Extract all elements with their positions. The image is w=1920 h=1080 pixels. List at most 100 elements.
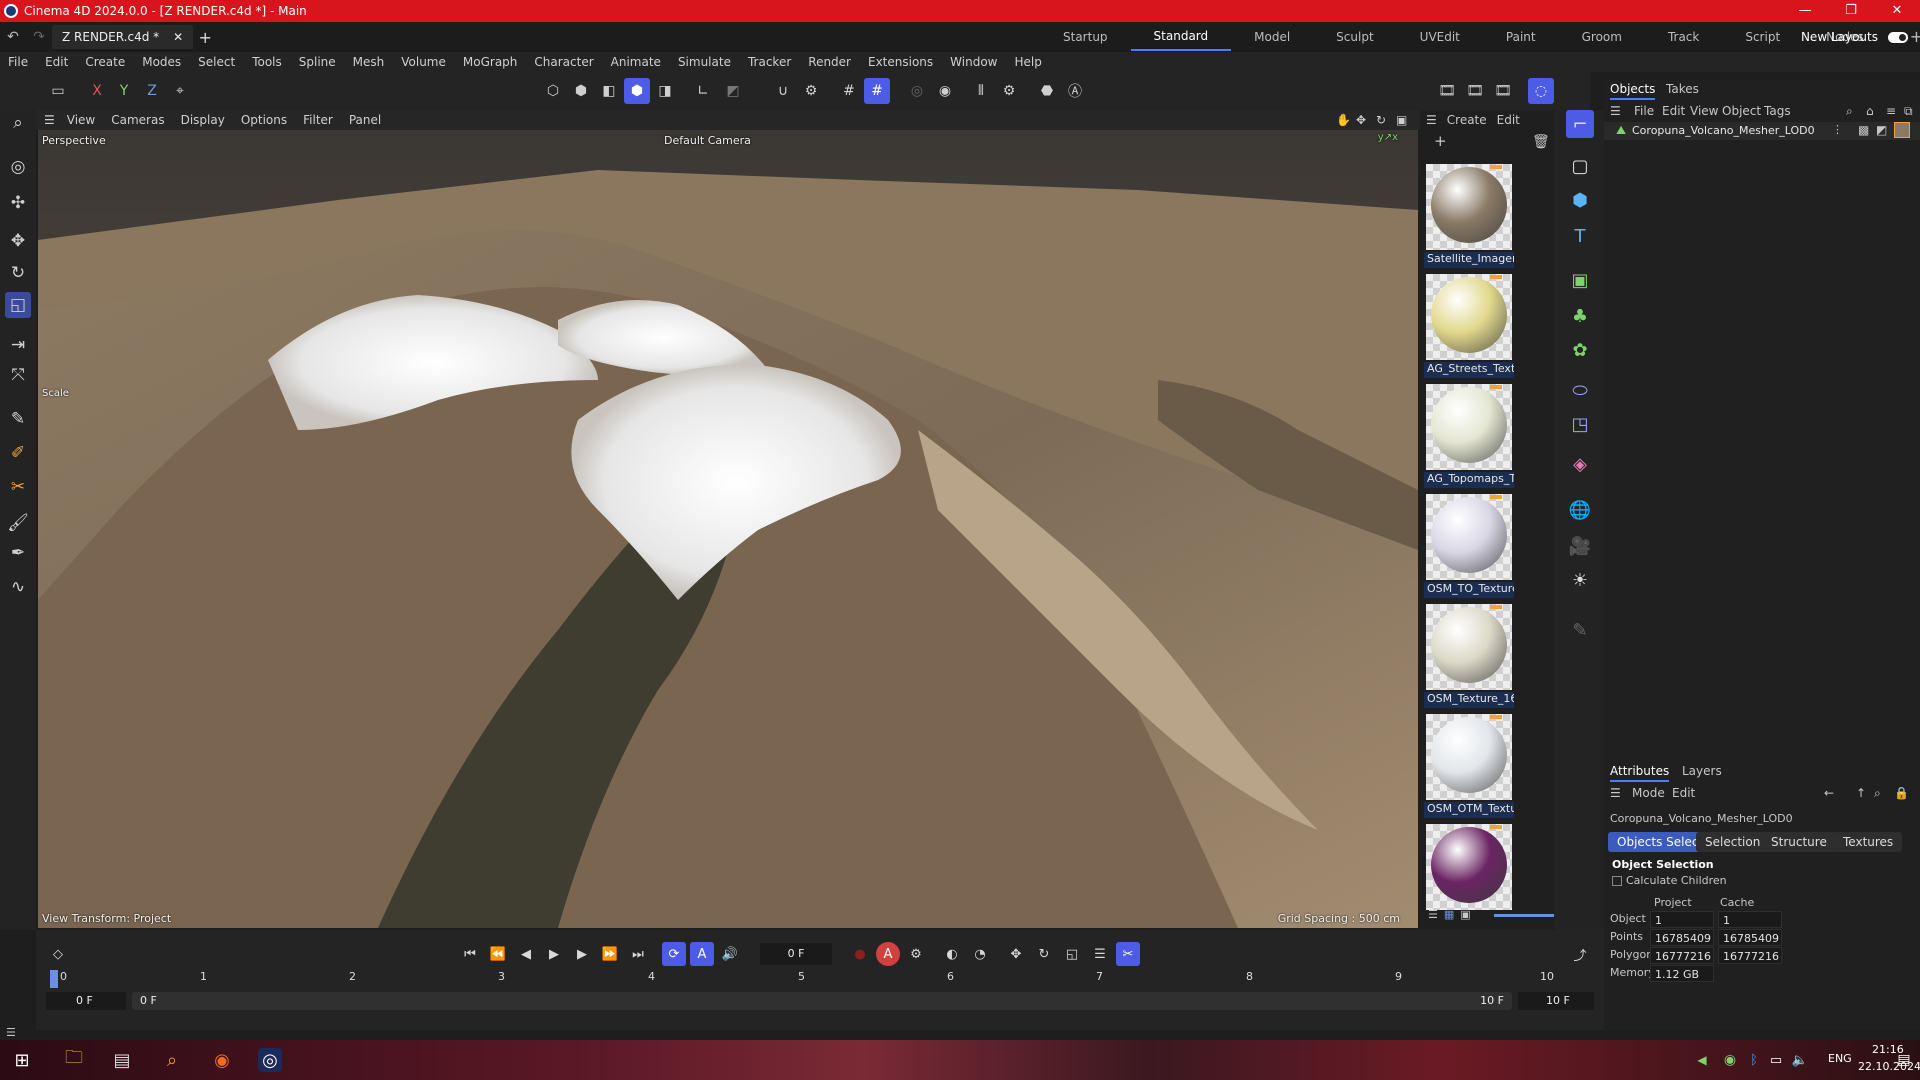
- attr-menu-mode[interactable]: Mode: [1632, 786, 1665, 800]
- magnet-icon[interactable]: ∪: [770, 78, 796, 104]
- knife-tool-icon[interactable]: ✒: [5, 540, 31, 566]
- volume-icon[interactable]: ◳: [1566, 410, 1594, 438]
- volume-icon[interactable]: 🔈: [1788, 1048, 1812, 1072]
- menu-edit[interactable]: Edit: [45, 55, 68, 69]
- tab-selection[interactable]: Selection: [1696, 832, 1770, 852]
- menu-tools[interactable]: Tools: [252, 55, 282, 69]
- menu-window[interactable]: Window: [950, 55, 997, 69]
- viewport-camera-label[interactable]: Default Camera: [664, 134, 751, 147]
- file-explorer-icon[interactable]: 🗀: [62, 1047, 86, 1072]
- object-home-icon[interactable]: ⌂: [1866, 104, 1874, 118]
- auto-icon[interactable]: Ⓐ: [1062, 78, 1088, 104]
- layout-script[interactable]: Script: [1722, 22, 1803, 52]
- subdivision-icon[interactable]: ▣: [1566, 266, 1594, 294]
- menu-create[interactable]: Create: [85, 55, 125, 69]
- param-key-icon[interactable]: ☰: [1088, 942, 1112, 966]
- material-swatch[interactable]: AG_Topomaps_Te:: [1424, 382, 1514, 490]
- object-search-icon[interactable]: ⌕: [1846, 104, 1853, 119]
- up-arrow-icon[interactable]: ↑: [1856, 786, 1866, 800]
- deformer-icon[interactable]: ✿: [1566, 336, 1594, 364]
- previous-key-icon[interactable]: ⏪: [486, 942, 510, 966]
- model-mode-icon[interactable]: ⬢: [624, 78, 650, 104]
- axis-z-button[interactable]: Z: [139, 78, 165, 104]
- menu-spline[interactable]: Spline: [299, 55, 336, 69]
- grid-view-icon[interactable]: ▦: [1444, 908, 1454, 921]
- search-app-icon[interactable]: ⌕: [160, 1048, 184, 1072]
- render-settings-icon[interactable]: ◉: [932, 78, 958, 104]
- points-mode-icon[interactable]: ⬡: [540, 78, 566, 104]
- layout-track[interactable]: Track: [1645, 22, 1722, 52]
- render-picture-viewer-icon[interactable]: 🎞: [1462, 78, 1488, 104]
- go-to-start-icon[interactable]: ⏮: [458, 942, 482, 966]
- layout-startup[interactable]: Startup: [1040, 22, 1131, 52]
- material-swatch[interactable]: OSM_TO_Texture_: [1424, 492, 1514, 600]
- record-icon[interactable]: ●: [848, 942, 872, 966]
- playback-mode-icon[interactable]: A: [690, 942, 714, 966]
- light-icon[interactable]: ☀: [1566, 566, 1594, 594]
- add-material-icon[interactable]: +: [1434, 132, 1447, 150]
- attr-menu-edit[interactable]: Edit: [1672, 786, 1695, 800]
- calc-children-checkbox[interactable]: [1612, 876, 1622, 886]
- status-menu-icon[interactable]: ☰: [6, 1026, 16, 1039]
- rotate-tool-icon[interactable]: ↻: [5, 260, 31, 286]
- effector-icon[interactable]: ◈: [1566, 450, 1594, 478]
- tab-layers[interactable]: Layers: [1682, 764, 1722, 778]
- close-tab-icon[interactable]: ✕: [173, 30, 183, 44]
- viewport-menu-options[interactable]: Options: [241, 113, 287, 127]
- object-filter-icon[interactable]: ≡: [1886, 104, 1896, 118]
- layout-uvedit[interactable]: UVEdit: [1397, 22, 1483, 52]
- object-menu-edit[interactable]: Edit: [1662, 104, 1685, 118]
- move-tool-icon[interactable]: ✥: [5, 228, 31, 254]
- menu-mesh[interactable]: Mesh: [353, 55, 385, 69]
- notifications-icon[interactable]: ▤: [1892, 1048, 1916, 1072]
- back-arrow-icon[interactable]: ←: [1824, 786, 1834, 800]
- 3d-viewport[interactable]: Perspective Default Camera Scale View Tr…: [38, 130, 1418, 928]
- list-view-icon[interactable]: ☰: [1428, 908, 1438, 921]
- document-tab[interactable]: Z RENDER.c4d * ✕: [52, 25, 194, 49]
- snap-settings-icon[interactable]: ⚙: [798, 78, 824, 104]
- menu-animate[interactable]: Animate: [611, 55, 661, 69]
- viewport-maximize-icon[interactable]: ▣: [1396, 113, 1407, 127]
- viewport-move-icon[interactable]: ✥: [1356, 113, 1366, 127]
- edges-mode-icon[interactable]: ⬢: [568, 78, 594, 104]
- undo-icon[interactable]: ↶: [0, 29, 26, 45]
- rotation-key-icon[interactable]: ↻: [1032, 942, 1056, 966]
- object-menu-object[interactable]: Object: [1722, 104, 1761, 118]
- tab-textures[interactable]: Textures: [1834, 832, 1903, 852]
- material-swatch[interactable]: [1424, 822, 1514, 910]
- menu-extensions[interactable]: Extensions: [868, 55, 933, 69]
- menu-character[interactable]: Character: [534, 55, 593, 69]
- tray-app-icon[interactable]: ◀: [1690, 1048, 1714, 1072]
- current-frame-field[interactable]: 0 F: [760, 943, 832, 965]
- scale-key-icon[interactable]: ◱: [1060, 942, 1084, 966]
- go-to-end-icon[interactable]: ⏭: [626, 942, 650, 966]
- next-frame-icon[interactable]: ▶: [570, 942, 594, 966]
- end-frame-field[interactable]: 10 F: [1518, 992, 1594, 1010]
- menu-select[interactable]: Select: [198, 55, 235, 69]
- uv-mode-icon[interactable]: ◨: [652, 78, 678, 104]
- scale-tool-icon[interactable]: ◱: [5, 292, 31, 318]
- menu-tracker[interactable]: Tracker: [748, 55, 791, 69]
- spline-paint-icon[interactable]: ✐: [5, 440, 31, 466]
- workplane-icon[interactable]: #: [864, 78, 890, 104]
- object-panel-menu-icon[interactable]: ☰: [1610, 104, 1621, 118]
- layout-model[interactable]: Model: [1231, 22, 1313, 52]
- move-select-icon[interactable]: ✣: [5, 190, 31, 216]
- sound-icon[interactable]: 🔊: [718, 942, 742, 966]
- polygons-mode-icon[interactable]: ◧: [596, 78, 622, 104]
- viewport-menu-view[interactable]: View: [67, 113, 95, 127]
- layout-standard[interactable]: Standard: [1130, 23, 1232, 51]
- attr-search-icon[interactable]: ⌕: [1874, 786, 1881, 801]
- viewport-pan-icon[interactable]: ✋: [1336, 113, 1351, 127]
- attr-lock-icon[interactable]: 🔒: [1894, 786, 1909, 800]
- new-layouts-toggle[interactable]: [1888, 31, 1908, 43]
- previous-frame-icon[interactable]: ◀: [514, 942, 538, 966]
- key-settings-icon[interactable]: ⚙: [904, 942, 928, 966]
- attr-panel-menu-icon[interactable]: ☰: [1610, 786, 1621, 800]
- menu-mograph[interactable]: MoGraph: [463, 55, 518, 69]
- bluetooth-icon[interactable]: ᛒ: [1742, 1048, 1766, 1072]
- viewport-panel-menu-icon[interactable]: ☰: [44, 113, 55, 127]
- viewport-menu-panel[interactable]: Panel: [349, 113, 381, 127]
- next-key-icon[interactable]: ⏩: [598, 942, 622, 966]
- object-row[interactable]: ⛰ Coropuna_Volcano_Mesher_LOD0 ⋮ ▩ ◩: [1604, 122, 1920, 140]
